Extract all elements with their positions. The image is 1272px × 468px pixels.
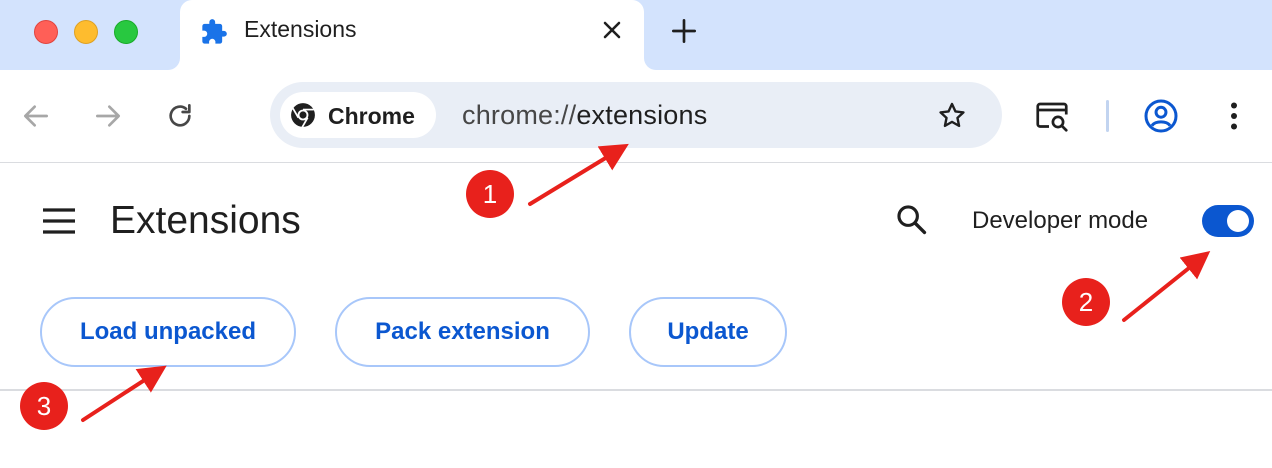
- page-title: Extensions: [110, 199, 301, 242]
- developer-mode-label: Developer mode: [972, 207, 1149, 234]
- pack-extension-button[interactable]: Pack extension: [335, 297, 590, 367]
- tab-extensions[interactable]: Extensions: [180, 0, 644, 70]
- arrow-step-3: [81, 365, 167, 422]
- chrome-logo-icon: [291, 103, 315, 128]
- close-window-button[interactable]: [34, 20, 58, 44]
- minimize-window-button[interactable]: [74, 20, 98, 44]
- annotation-badge-1: 1: [466, 170, 514, 218]
- arrow-step-2: [1122, 251, 1211, 322]
- site-info-chip[interactable]: Chrome: [280, 92, 436, 138]
- browser-window: Extensions Chrome chrome://extensions Ex…: [0, 0, 1272, 468]
- more-menu-icon[interactable]: [1216, 98, 1252, 134]
- url-scheme: chrome://: [462, 100, 577, 130]
- profile-icon[interactable]: [1143, 98, 1179, 134]
- hamburger-menu-icon[interactable]: [42, 207, 76, 235]
- maximize-window-button[interactable]: [114, 20, 138, 44]
- annotation-badge-2: 2: [1062, 278, 1110, 326]
- tab-search-icon[interactable]: [1034, 98, 1070, 134]
- close-icon[interactable]: [598, 16, 626, 44]
- address-bar[interactable]: Chrome chrome://extensions: [270, 82, 1002, 148]
- toggle-knob: [1227, 210, 1249, 232]
- section-divider: [0, 389, 1272, 391]
- toolbar-divider: [1106, 100, 1109, 132]
- load-unpacked-button[interactable]: Load unpacked: [40, 297, 296, 367]
- reload-icon[interactable]: [164, 100, 196, 132]
- bookmark-star-icon[interactable]: [936, 100, 968, 132]
- puzzle-piece-icon: [202, 19, 227, 44]
- developer-mode-toggle[interactable]: [1202, 205, 1254, 237]
- url-path: extensions: [576, 100, 708, 130]
- tab-title: Extensions: [244, 16, 357, 42]
- update-button[interactable]: Update: [629, 297, 787, 367]
- site-chip-label: Chrome: [328, 103, 415, 129]
- back-arrow-icon[interactable]: [20, 100, 52, 132]
- annotation-badge-3: 3: [20, 382, 68, 430]
- url-text[interactable]: chrome://extensions: [462, 100, 707, 131]
- toolbar: Chrome chrome://extensions: [0, 70, 1272, 163]
- tab-strip: Extensions: [0, 0, 1272, 70]
- search-icon[interactable]: [894, 202, 928, 236]
- forward-arrow-icon[interactable]: [92, 100, 124, 132]
- plus-icon[interactable]: [668, 15, 700, 47]
